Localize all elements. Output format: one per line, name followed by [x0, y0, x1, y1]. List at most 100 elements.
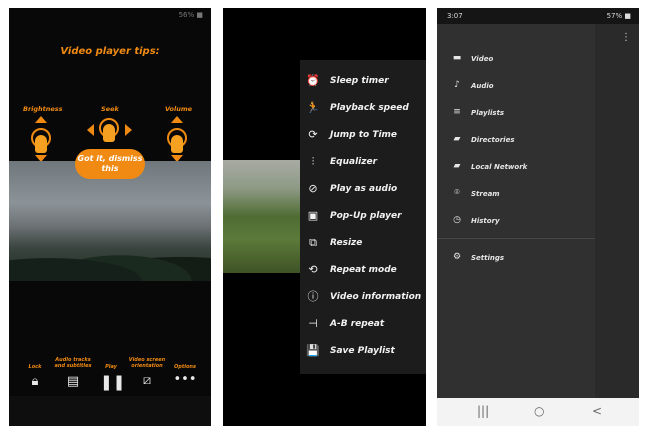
- drawer-item-label: Directories: [471, 136, 515, 144]
- menu-item-play-as-audio[interactable]: ⊘ Play as audio: [300, 176, 426, 203]
- menu-item-label: Play as audio: [330, 184, 398, 194]
- back-button[interactable]: <: [592, 404, 602, 418]
- video-frame: [9, 161, 211, 281]
- options-label: Options: [174, 364, 196, 370]
- tips-title: Video player tips:: [60, 46, 160, 57]
- network-folder-icon: ▰: [453, 161, 461, 171]
- drawer-divider: [437, 238, 595, 239]
- menu-item-save-playlist[interactable]: 💾 Save Playlist: [300, 338, 426, 365]
- more-horizontal-icon: •••: [173, 372, 197, 387]
- menu-item-label: Pop-Up player: [330, 211, 402, 221]
- drawer-item-local-network[interactable]: ▰ Local Network: [437, 154, 595, 180]
- screen-rotation-icon: ⧄: [142, 373, 152, 388]
- status-time: 3:07: [447, 12, 463, 20]
- play-label: Play: [105, 364, 117, 370]
- menu-item-video-information[interactable]: ⓘ Video information: [300, 284, 426, 311]
- menu-item-repeat-mode[interactable]: ⟲ Repeat mode: [300, 257, 426, 284]
- ab-repeat-icon: ⊣: [308, 317, 318, 330]
- orientation-button[interactable]: ⧄: [137, 373, 157, 388]
- menu-item-playback-speed[interactable]: 🏃 Playback speed: [300, 95, 426, 122]
- drawer-item-playlists[interactable]: ≡ Playlists: [437, 100, 595, 126]
- phone-video-tips: 56% ■ Video player tips: Brightness Seek…: [9, 8, 211, 426]
- battery-status: 56% ■: [178, 11, 203, 19]
- drawer-item-label: Playlists: [471, 109, 505, 117]
- drawer-item-audio[interactable]: ♪ Audio: [437, 73, 595, 99]
- menu-item-label: Sleep timer: [330, 76, 389, 86]
- hand-icon: [171, 135, 183, 153]
- drawer-item-video[interactable]: ▬ Video: [437, 46, 595, 72]
- menu-item-label: Save Playlist: [330, 346, 395, 356]
- menu-item-popup-player[interactable]: ▣ Pop-Up player: [300, 203, 426, 230]
- drawer-item-label: Stream: [471, 190, 500, 198]
- orientation-label: Video screen orientation: [128, 357, 166, 369]
- tree-silhouette: [9, 241, 211, 281]
- menu-item-label: Video information: [330, 292, 422, 302]
- arrow-left-icon: [87, 124, 94, 136]
- lock-icon: 🔒︎: [31, 374, 39, 389]
- arrow-right-icon: [125, 124, 132, 136]
- audio-subtitles-button[interactable]: ▤: [63, 374, 83, 389]
- seek-label: Seek: [101, 105, 119, 113]
- popup-player-icon: ▣: [307, 209, 319, 222]
- running-person-icon: 🏃: [306, 101, 320, 114]
- drawer-item-label: Local Network: [471, 163, 528, 171]
- menu-item-jump-to-time[interactable]: ⟳ Jump to Time: [300, 122, 426, 149]
- battery-status: 57% ■: [606, 12, 631, 20]
- menu-item-ab-repeat[interactable]: ⊣ A-B repeat: [300, 311, 426, 338]
- system-nav-bar: ||| ○ <: [437, 398, 639, 426]
- lock-label: Lock: [28, 364, 42, 370]
- save-icon: 💾: [306, 344, 320, 357]
- music-note-icon: ♪: [454, 80, 460, 90]
- menu-item-equalizer[interactable]: ⫶ Equalizer: [300, 149, 426, 176]
- folder-icon: ▰: [453, 134, 461, 144]
- status-bar: 56% ■: [9, 8, 211, 22]
- drawer-item-label: History: [471, 217, 500, 225]
- repeat-icon: ⟲: [308, 263, 318, 276]
- recent-apps-button[interactable]: |||: [477, 404, 489, 418]
- menu-item-resize[interactable]: ⧉ Resize: [300, 230, 426, 257]
- video-frame: [223, 160, 303, 273]
- menu-item-label: Playback speed: [330, 103, 409, 113]
- arrow-up-icon: [171, 116, 183, 123]
- hand-icon: [103, 124, 115, 142]
- crop-icon: ⧉: [309, 236, 317, 249]
- options-menu: ⏰ Sleep timer 🏃 Playback speed ⟳ Jump to…: [300, 60, 426, 374]
- subtitles-icon: ▤: [66, 374, 80, 389]
- drawer-item-settings[interactable]: ⚙ Settings: [437, 245, 595, 271]
- dismiss-tips-button[interactable]: Got it, dismiss this: [75, 149, 145, 179]
- gear-icon: ⚙: [452, 252, 462, 262]
- drawer-item-label: Settings: [471, 254, 505, 262]
- menu-item-label: Equalizer: [330, 157, 378, 167]
- menu-item-label: Repeat mode: [330, 265, 397, 275]
- more-vertical-icon[interactable]: ⋮: [621, 32, 631, 43]
- drawer-item-label: Video: [471, 55, 494, 63]
- drawer-item-label: Audio: [471, 82, 494, 90]
- menu-item-sleep-timer[interactable]: ⏰ Sleep timer: [300, 68, 426, 95]
- nav-bar: [9, 396, 211, 426]
- content-pane: ⋮: [595, 24, 639, 398]
- play-as-audio-icon: ⊘: [308, 182, 318, 195]
- menu-item-label: Jump to Time: [330, 130, 398, 140]
- history-icon: ◷: [453, 215, 461, 225]
- menu-item-label: A-B repeat: [330, 319, 385, 329]
- arrow-up-icon: [35, 116, 47, 123]
- info-icon: ⓘ: [307, 290, 319, 303]
- phone-navigation-drawer: 3:07 57% ■ ▬ Video ♪ Audio ≡ Playlists ▰…: [437, 8, 639, 426]
- video-icon: ▬: [452, 53, 462, 63]
- home-button[interactable]: ○: [534, 404, 544, 418]
- drawer-item-directories[interactable]: ▰ Directories: [437, 127, 595, 153]
- audio-tracks-label: Audio tracks and subtitles: [54, 357, 92, 369]
- lock-button[interactable]: 🔒︎: [25, 374, 45, 389]
- play-pause-button[interactable]: ❚❚: [100, 373, 126, 391]
- hand-icon: [35, 135, 47, 153]
- volume-label: Volume: [165, 105, 193, 113]
- status-bar: 3:07 57% ■: [437, 8, 639, 24]
- menu-item-label: Resize: [330, 238, 363, 248]
- drawer-item-history[interactable]: ◷ History: [437, 208, 595, 234]
- drawer-item-stream[interactable]: ⌾ Stream: [437, 181, 595, 207]
- playlist-icon: ≡: [453, 107, 461, 117]
- equalizer-icon: ⫶: [311, 155, 315, 168]
- brightness-label: Brightness: [23, 105, 63, 113]
- pause-icon: ❚❚: [100, 373, 126, 391]
- options-button[interactable]: •••: [173, 372, 197, 387]
